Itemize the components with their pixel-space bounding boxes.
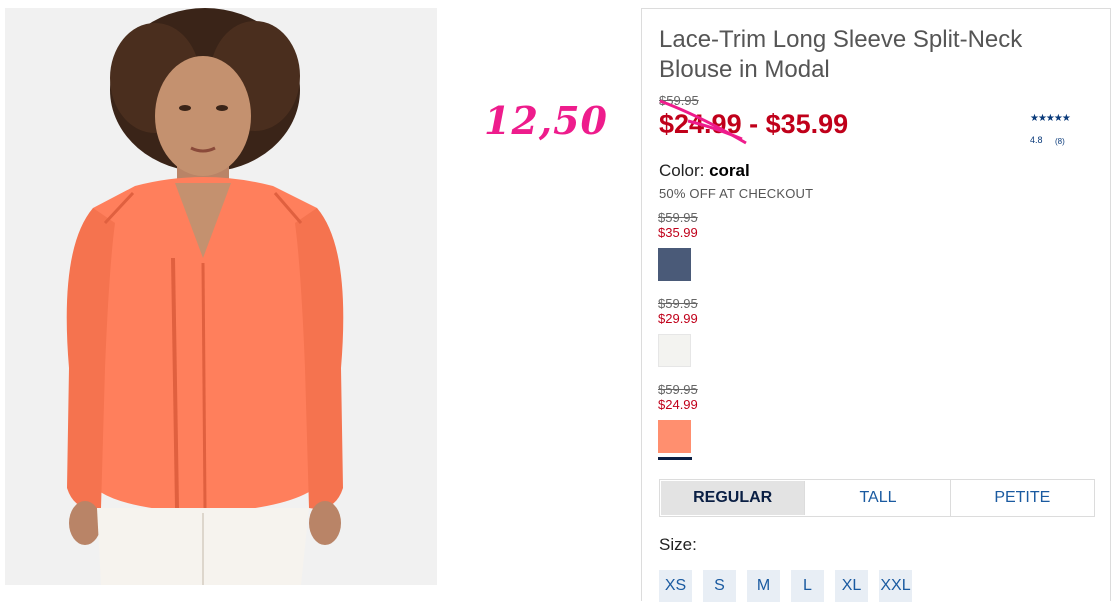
swatch-group-white: $59.95 $29.99 xyxy=(658,296,778,367)
product-image[interactable] xyxy=(5,8,437,585)
rating-stars-icon: ★★★★★ xyxy=(1030,113,1071,124)
promo-text: 50% OFF AT CHECKOUT xyxy=(659,186,814,201)
handwritten-price-annotation: 12,50 xyxy=(484,98,608,143)
color-swatch-navy[interactable] xyxy=(658,248,691,281)
swatch-original-price: $59.95 xyxy=(658,296,698,311)
size-options: XS S M L XL XXL xyxy=(659,570,912,602)
size-button-s[interactable]: S xyxy=(703,570,736,602)
handwritten-strike-mark xyxy=(659,99,747,145)
size-button-xl[interactable]: XL xyxy=(835,570,868,602)
tab-petite[interactable]: PETITE xyxy=(951,480,1094,516)
color-swatch-white[interactable] xyxy=(658,334,691,367)
swatch-group-navy: $59.95 $35.99 xyxy=(658,210,778,281)
swatch-original-price: $59.95 xyxy=(658,382,698,397)
model-photo-illustration xyxy=(5,8,437,585)
selected-swatch-indicator xyxy=(658,457,692,460)
color-swatch-coral[interactable] xyxy=(658,420,691,453)
size-button-xs[interactable]: XS xyxy=(659,570,692,602)
swatch-original-price: $59.95 xyxy=(658,210,698,225)
size-button-m[interactable]: M xyxy=(747,570,780,602)
color-label-row: Color: coral xyxy=(659,161,750,181)
size-button-l[interactable]: L xyxy=(791,570,824,602)
review-count[interactable]: (8) xyxy=(1055,137,1065,146)
product-title: Lace-Trim Long Sleeve Split-Neck Blouse … xyxy=(659,26,1023,83)
size-label: Size: xyxy=(659,535,697,554)
size-button-xxl[interactable]: XXL xyxy=(879,570,912,602)
swatch-sale-price: $24.99 xyxy=(658,397,698,412)
swatch-sale-price: $35.99 xyxy=(658,225,698,240)
swatch-group-coral: $59.95 $24.99 xyxy=(658,382,778,460)
selected-color-name: coral xyxy=(709,161,750,180)
product-rating[interactable]: ★★★★★ 4.8 (8) xyxy=(1030,113,1100,146)
tab-regular[interactable]: REGULAR xyxy=(661,481,806,515)
tab-tall[interactable]: TALL xyxy=(806,480,951,516)
rating-value: 4.8 xyxy=(1030,135,1043,145)
fit-tabs: REGULAR TALL PETITE xyxy=(659,479,1095,517)
product-details-panel: Lace-Trim Long Sleeve Split-Neck Blouse … xyxy=(641,8,1111,602)
color-label: Color: xyxy=(659,161,705,180)
swatch-sale-price: $29.99 xyxy=(658,311,698,326)
